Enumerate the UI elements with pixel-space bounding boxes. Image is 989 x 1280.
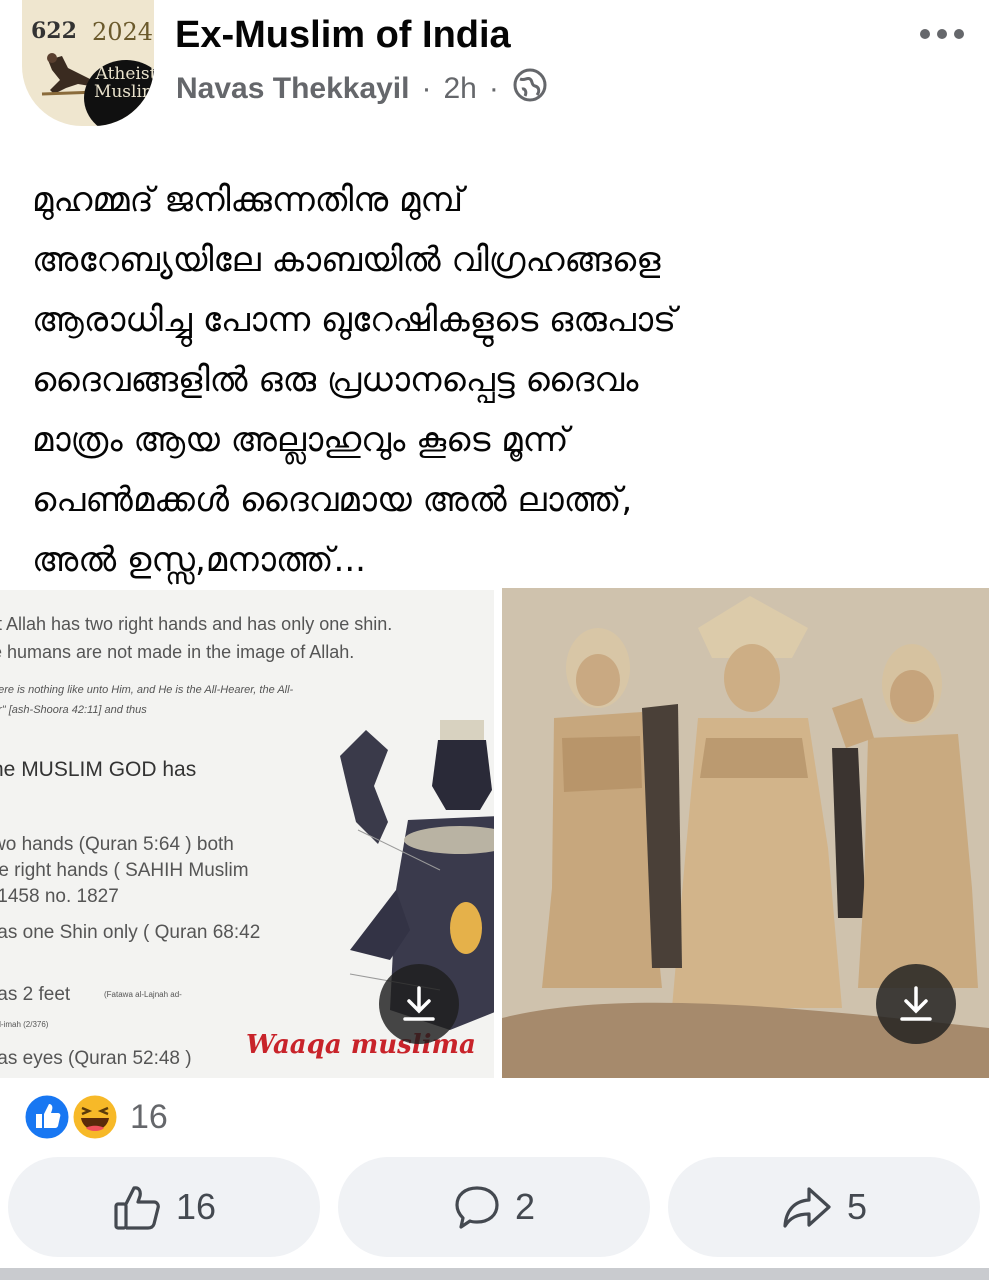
globe-icon (513, 68, 547, 110)
more-options-button[interactable] (919, 22, 965, 50)
atheist-muslim-badge: Atheist Muslim (84, 60, 154, 126)
like-count: 16 (175, 1186, 217, 1227)
image-text-line: re right hands ( SAHIH Muslim (0, 860, 249, 881)
share-icon (783, 1187, 831, 1228)
haha-reaction-icon (70, 1092, 120, 1142)
author-name[interactable]: Navas Thekkayil (176, 72, 409, 106)
separator-dot: · (421, 72, 432, 105)
download-icon (900, 986, 932, 1021)
like-button[interactable]: 16 (8, 1157, 320, 1257)
image-small-note: ad-imah (2/376) (0, 1020, 49, 1029)
image-text-line: er" [ash-Shoora 42:11] and thus (0, 704, 147, 716)
separator-dot: · (488, 72, 499, 105)
post-text: മുഹമ്മദ് ജനിക്കുന്നതിനു മുമ്പ് അറേബ്യയില… (32, 180, 677, 580)
reaction-count: 16 (130, 1097, 168, 1136)
comment-icon (455, 1186, 499, 1229)
reactions-summary[interactable]: 16 (22, 1092, 168, 1142)
comment-button[interactable]: 2 (338, 1157, 650, 1257)
thumbs-up-icon (114, 1186, 160, 1230)
group-name[interactable]: Ex-Muslim of India (175, 14, 511, 57)
avatar-year-right: 2024 (92, 18, 154, 46)
comment-count: 2 (514, 1186, 536, 1227)
download-button[interactable] (876, 964, 956, 1044)
avatar-year-left: 622 (31, 18, 77, 44)
image-text-line: Ias one Shin only ( Quran 68:42 (0, 922, 261, 943)
image-text-line: Ias 2 feet (0, 984, 71, 1005)
bottom-divider (0, 1268, 989, 1280)
image-text-line: e humans are not made in the image of Al… (0, 642, 355, 662)
post-image-left[interactable]: ıt Allah has two right hands and has onl… (0, 590, 494, 1078)
group-avatar[interactable]: 622 2024 Atheist Muslim (22, 0, 154, 126)
image-text-line: Ias eyes (Quran 52:48 ) (0, 1048, 192, 1069)
more-dots-icon (920, 29, 964, 39)
image-text-line: wo hands (Quran 5:64 ) both (0, 834, 234, 855)
image-text-line: :1458 no. 1827 (0, 886, 119, 907)
post-image-right[interactable] (502, 588, 989, 1078)
download-icon (403, 986, 435, 1021)
image-small-note: (Fatawa al-Lajnah ad- (104, 990, 182, 999)
share-count: 5 (846, 1186, 868, 1227)
image-text-line: he MUSLIM GOD has (0, 758, 197, 781)
share-button[interactable]: 5 (668, 1157, 980, 1257)
image-text-line: here is nothing like unto Him, and He is… (0, 684, 294, 696)
image-text-line: ıt Allah has two right hands and has onl… (0, 614, 393, 634)
post-meta: Navas Thekkayil · 2h · (176, 68, 547, 110)
download-button[interactable] (379, 964, 459, 1044)
post-time[interactable]: 2h (443, 72, 476, 106)
